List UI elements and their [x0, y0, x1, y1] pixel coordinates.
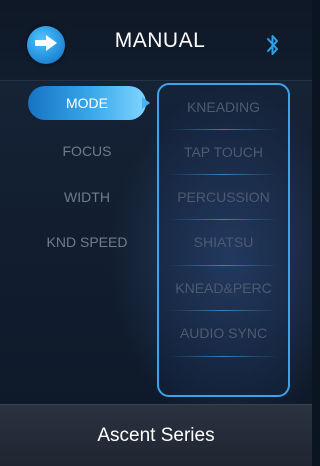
mode-options-panel: KNEADING TAP TOUCH PERCUSSION SHIATSU KN…	[157, 83, 290, 397]
option-label: PERCUSSION	[177, 189, 270, 205]
bluetooth-icon[interactable]	[266, 32, 280, 58]
option-divider	[169, 356, 278, 357]
option-divider	[169, 310, 278, 311]
footer-bar: Ascent Series	[0, 404, 312, 466]
option-kneading[interactable]: KNEADING	[159, 87, 288, 127]
option-audio-sync[interactable]: AUDIO SYNC	[159, 313, 288, 353]
option-label: SHIATSU	[193, 234, 254, 250]
menu-item-focus[interactable]: FOCUS	[28, 134, 146, 168]
menu-item-width[interactable]: WIDTH	[28, 180, 146, 214]
arrow-right-icon	[34, 34, 58, 57]
triangle-right-icon	[142, 97, 150, 109]
page-title: MANUAL	[114, 29, 206, 52]
menu-item-knd-speed[interactable]: KND SPEED	[28, 225, 146, 259]
option-divider	[169, 174, 278, 175]
menu-item-label: FOCUS	[62, 143, 112, 159]
option-divider	[169, 129, 278, 130]
menu-item-label: WIDTH	[64, 189, 110, 205]
option-percussion[interactable]: PERCUSSION	[159, 177, 288, 217]
menu-item-label: MODE	[66, 95, 108, 111]
option-label: TAP TOUCH	[183, 144, 264, 160]
option-label: KNEAD&PERC	[175, 280, 272, 296]
manual-screen: MANUAL MODE FOCUS WIDTH KND SPEED KNEADI…	[0, 0, 312, 466]
option-shiatsu[interactable]: SHIATSU	[159, 222, 288, 262]
menu-item-label: KND SPEED	[46, 234, 128, 250]
option-label: AUDIO SYNC	[179, 325, 268, 341]
option-knead-perc[interactable]: KNEAD&PERC	[159, 268, 288, 308]
footer-label: Ascent Series	[97, 425, 215, 446]
header-bar: MANUAL	[0, 0, 312, 81]
option-label: KNEADING	[186, 99, 261, 115]
menu-item-mode[interactable]: MODE	[28, 86, 146, 120]
option-divider	[169, 219, 278, 220]
option-tap-touch[interactable]: TAP TOUCH	[159, 132, 288, 172]
option-divider	[169, 265, 278, 266]
